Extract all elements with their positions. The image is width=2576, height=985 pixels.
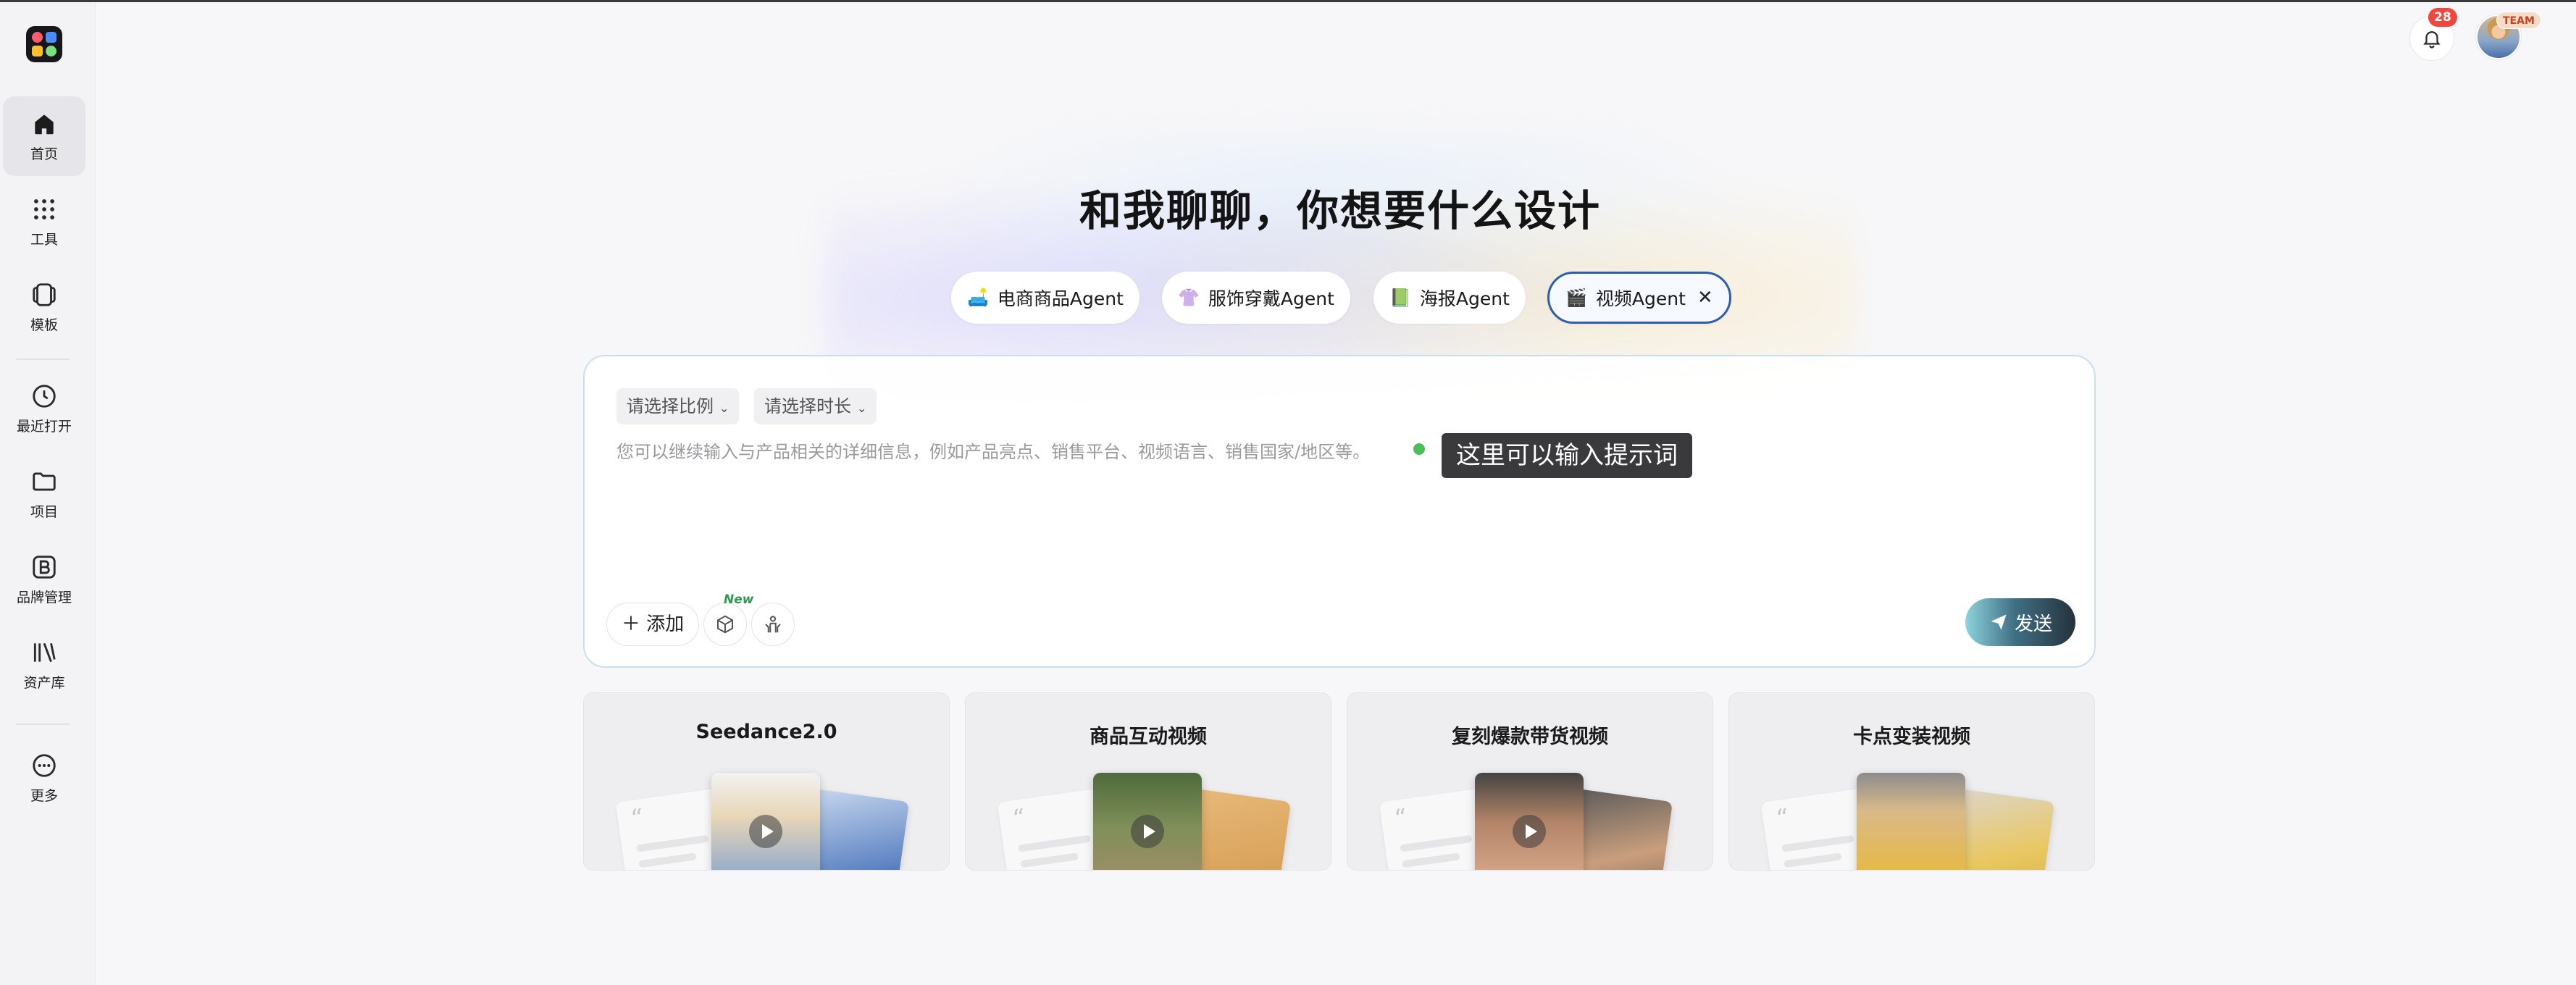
duration-select[interactable]: 请选择时长 ⌄ (754, 388, 877, 424)
agent-chip-ecommerce[interactable]: 🛋️ 电商商品Agent (951, 272, 1139, 324)
cube-icon (717, 615, 733, 634)
folder-icon (33, 471, 56, 491)
person-gesture-icon (765, 616, 781, 633)
model-3d-button[interactable] (703, 603, 747, 646)
sidebar-item-tools[interactable]: 工具 (3, 182, 85, 261)
template-card[interactable]: 复刻爆款带货视频 “ (1347, 692, 1713, 871)
sidebar: 首页 工具 模板 最近打开 项目 品牌管理 资产库 更多 (0, 2, 96, 985)
preview-image (1857, 773, 1965, 870)
card-title: 商品互动视频 (1090, 726, 1207, 748)
library-icon (33, 642, 56, 662)
sidebar-divider (16, 359, 70, 360)
sidebar-item-label: 首页 (30, 146, 58, 162)
sidebar-item-templates[interactable]: 模板 (3, 267, 85, 347)
sidebar-item-label: 资产库 (23, 674, 65, 691)
sidebar-divider (16, 724, 70, 725)
prompt-composer: 请选择比例 ⌄ 请选择时长 ⌄ 您可以继续输入与产品相关的详细信息，例如产品亮点、销… (583, 355, 2096, 668)
close-icon[interactable]: ✕ (1697, 287, 1713, 309)
send-icon (1991, 614, 2007, 630)
sidebar-item-label: 更多 (30, 787, 58, 804)
grid-icon (34, 198, 54, 219)
poster-icon: 📗 (1389, 288, 1411, 308)
sidebar-item-home[interactable]: 首页 (3, 96, 85, 176)
agent-chip-apparel[interactable]: 👚 服饰穿戴Agent (1162, 272, 1350, 324)
notification-badge: 28 (2428, 8, 2457, 27)
sidebar-item-label: 模板 (30, 317, 58, 333)
play-icon (1131, 815, 1164, 848)
template-card[interactable]: 商品互动视频 “ (965, 692, 1331, 871)
character-button[interactable] (751, 603, 795, 646)
video-icon: 🎬 (1565, 288, 1587, 308)
agent-chip-label: 海报Agent (1419, 288, 1510, 309)
sidebar-item-label: 品牌管理 (16, 589, 72, 605)
template-icon (33, 282, 56, 306)
team-badge: TEAM (2496, 12, 2541, 29)
card-title: 卡点变装视频 (1853, 726, 1970, 748)
sidebar-item-label: 项目 (30, 503, 58, 520)
add-button[interactable]: ＋ 添加 (606, 603, 700, 646)
card-title: 复刻爆款带货视频 (1452, 726, 1608, 748)
card-title: Seedance2.0 (695, 721, 837, 743)
sidebar-item-projects[interactable]: 项目 (3, 454, 85, 534)
sofa-icon: 🛋️ (967, 288, 989, 308)
cursor-indicator (1413, 443, 1425, 455)
sidebar-item-recent[interactable]: 最近打开 (3, 369, 85, 448)
sidebar-item-brand[interactable]: 品牌管理 (3, 540, 85, 619)
agent-chip-video[interactable]: 🎬 视频Agent ✕ (1547, 272, 1731, 324)
send-button-label: 发送 (2014, 613, 2052, 635)
agent-chip-label: 服饰穿戴Agent (1208, 288, 1334, 309)
new-badge: New (724, 592, 754, 607)
agent-chip-label: 视频Agent (1595, 288, 1686, 309)
prompt-input[interactable]: 您可以继续输入与产品相关的详细信息，例如产品亮点、销售平台、视频语言、销售国家/… (616, 437, 1370, 463)
chevron-down-icon: ⌄ (719, 401, 729, 415)
sidebar-item-assets[interactable]: 资产库 (3, 625, 85, 705)
ratio-select[interactable]: 请选择比例 ⌄ (616, 388, 740, 424)
sidebar-item-label: 工具 (30, 231, 58, 248)
sidebar-item-label: 最近打开 (16, 418, 72, 435)
chevron-down-icon: ⌄ (857, 401, 867, 415)
window-top-border (0, 0, 2576, 2)
agent-chip-label: 电商商品Agent (997, 288, 1124, 309)
brand-icon (33, 555, 56, 579)
app-logo[interactable] (26, 26, 62, 62)
more-icon (33, 753, 56, 777)
duration-select-value: 请选择时长 (764, 396, 851, 416)
plus-icon: ＋ (622, 613, 641, 635)
page-headline: 和我聊聊，你想要什么设计 (1079, 186, 1601, 235)
agent-chip-poster[interactable]: 📗 海报Agent (1373, 272, 1526, 324)
play-icon (749, 815, 782, 848)
home-icon (35, 114, 54, 134)
template-card[interactable]: 卡点变装视频 “ (1728, 692, 2095, 871)
ratio-select-value: 请选择比例 (627, 396, 714, 416)
shirt-icon: 👚 (1178, 288, 1200, 308)
prompt-tooltip: 这里可以输入提示词 (1442, 433, 1692, 478)
clock-icon (33, 384, 56, 408)
bell-icon (2423, 31, 2441, 49)
send-button[interactable]: 发送 (1965, 598, 2075, 646)
template-card[interactable]: Seedance2.0 “ (583, 692, 950, 871)
play-icon (1513, 815, 1546, 848)
sidebar-item-more[interactable]: 更多 (3, 738, 85, 818)
add-button-label: 添加 (646, 613, 685, 635)
